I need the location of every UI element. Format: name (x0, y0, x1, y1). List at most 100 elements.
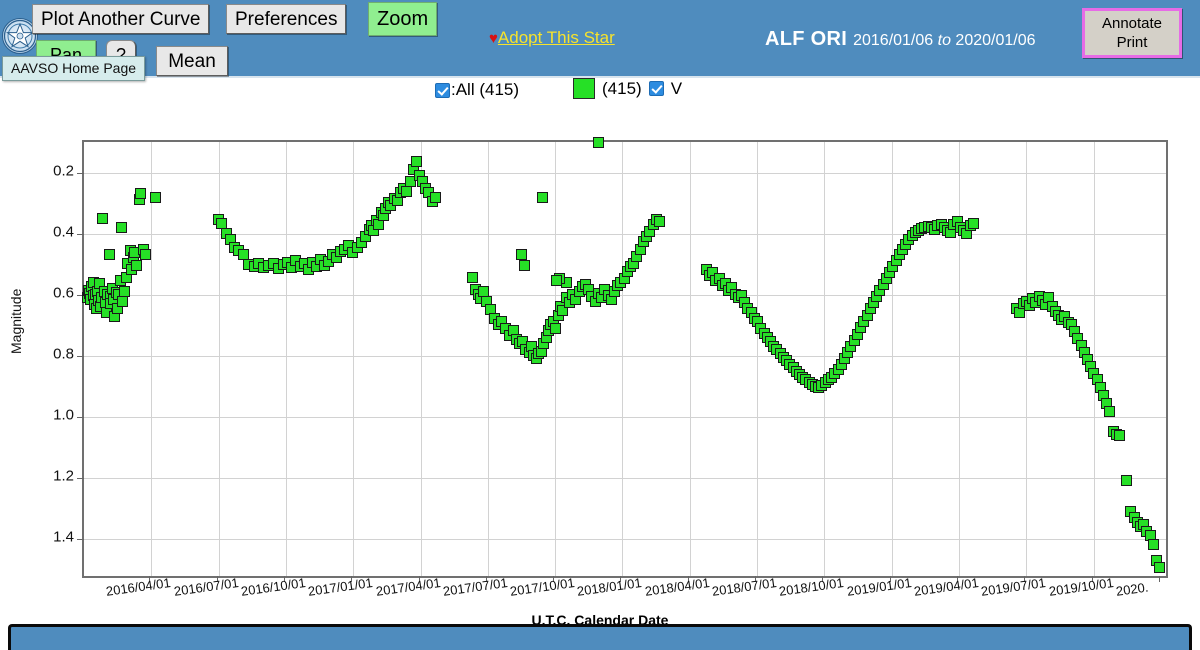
v-band-count: (415) (602, 78, 642, 98)
x-tick-label: 2016/07/01 (172, 574, 240, 599)
x-gridline (689, 142, 691, 576)
data-point[interactable] (150, 191, 162, 203)
data-point[interactable] (117, 295, 129, 307)
v-band-label: V (670, 78, 683, 98)
date-from: 2016/01/06 (853, 32, 934, 49)
mean-button[interactable]: Mean (156, 46, 228, 76)
y-gridline (84, 233, 1166, 235)
y-tick-label: 0.2 (53, 162, 74, 180)
date-to-word: to (937, 32, 951, 49)
x-tick-label: 2017/04/01 (374, 574, 442, 599)
data-point[interactable] (103, 249, 115, 261)
legend-item-v-band[interactable]: (415) V (573, 78, 682, 99)
light-curve-chart[interactable]: Magnitude 0.2 0.4 0.6 0.8 1.0 1.2 1.4 2016/04/… (0, 104, 1200, 628)
x-gridline (285, 142, 287, 576)
annotate-label: Annotate (1101, 15, 1163, 32)
status-bar (8, 624, 1192, 650)
x-gridline (1026, 142, 1028, 576)
x-gridline (218, 142, 220, 576)
data-point[interactable] (1147, 539, 1159, 551)
data-point[interactable] (1154, 562, 1166, 574)
x-tick-label: 2016/04/01 (105, 574, 172, 599)
x-gridline (958, 142, 960, 576)
y-tick-label: 0.4 (53, 223, 74, 241)
zoom-button[interactable]: Zoom (368, 2, 438, 36)
x-tick-label: 2019/07/01 (980, 574, 1047, 599)
v-band-checkbox[interactable] (648, 81, 664, 96)
x-gridline (891, 142, 893, 576)
data-point[interactable] (967, 217, 979, 229)
y-tick-mark (77, 417, 84, 419)
data-point[interactable] (139, 249, 151, 261)
x-tick-label: 2018/04/01 (643, 574, 711, 599)
x-tick-label: 2017/07/01 (441, 574, 509, 599)
data-point[interactable] (550, 323, 562, 335)
y-tick-mark (77, 355, 84, 357)
plot-area[interactable] (77, 137, 1168, 578)
x-tick-label: 2019/04/01 (912, 574, 980, 599)
y-gridline (84, 172, 1166, 174)
data-point[interactable] (430, 191, 442, 203)
y-gridline (84, 417, 1166, 419)
plot-another-curve-button[interactable]: Plot Another Curve (32, 4, 210, 34)
data-point[interactable] (1114, 430, 1126, 442)
adopt-this-star[interactable]: ♥Adopt This Star (489, 28, 615, 48)
data-point[interactable] (119, 285, 131, 297)
annotate-print-button[interactable]: Annotate Print (1082, 8, 1182, 58)
y-tick-label: 1.0 (53, 406, 74, 424)
x-gridline (420, 142, 422, 576)
data-point[interactable] (135, 187, 147, 199)
x-tick-label: 2017/10/01 (509, 574, 576, 599)
data-point[interactable] (551, 275, 563, 287)
chart-legend: :All (415) (415) V (0, 78, 1200, 104)
x-gridline (487, 142, 489, 576)
all-series-checkbox[interactable] (435, 82, 450, 98)
x-tick-label: 2019/10/01 (1047, 574, 1115, 599)
x-tick-label: 2017/01/01 (307, 574, 374, 599)
x-tick-label: 2018/01/01 (576, 574, 643, 599)
data-point[interactable] (401, 185, 413, 197)
data-point[interactable] (131, 259, 143, 271)
x-gridline (1093, 142, 1095, 576)
y-tick-mark (77, 478, 84, 480)
page-title: ALF ORI 2016/01/06 to 2020/01/06 (765, 28, 1036, 51)
x-tick-label: 2020. (1114, 579, 1150, 599)
aavso-light-curve-generator: Plot Another Curve Preferences Zoom Pan … (0, 0, 1200, 650)
data-point[interactable] (466, 272, 478, 283)
y-gridline (84, 478, 1166, 480)
y-gridline (84, 355, 1166, 357)
x-gridline (824, 142, 826, 576)
x-gridline (151, 142, 153, 576)
x-gridline (353, 142, 355, 576)
v-band-color-swatch (573, 78, 595, 99)
y-tick-label: 1.4 (53, 528, 74, 546)
data-point[interactable] (592, 137, 604, 149)
data-point[interactable] (97, 213, 109, 225)
y-tick-mark (77, 172, 84, 174)
x-gridline (757, 142, 759, 576)
data-point[interactable] (411, 155, 423, 167)
y-tick-mark (77, 233, 84, 235)
data-point[interactable] (516, 249, 528, 261)
x-gridline (622, 142, 624, 576)
data-point[interactable] (653, 216, 665, 228)
x-tick-mark (1158, 576, 1160, 582)
y-tick-mark (77, 539, 84, 541)
app-header: Plot Another Curve Preferences Zoom Pan … (0, 0, 1200, 81)
print-label: Print (1116, 34, 1148, 51)
date-until: 2020/01/06 (955, 32, 1036, 49)
data-point[interactable] (536, 191, 548, 203)
data-point[interactable] (1120, 474, 1132, 486)
x-tick-label: 2016/10/01 (239, 574, 307, 599)
y-tick-label: 0.8 (53, 345, 74, 363)
adopt-this-star-link[interactable]: Adopt This Star (498, 28, 615, 47)
y-gridline (84, 294, 1166, 296)
y-tick-label: 0.6 (53, 284, 74, 302)
preferences-button[interactable]: Preferences (226, 4, 347, 34)
data-point[interactable] (518, 259, 530, 271)
y-tick-label: 1.2 (53, 467, 74, 485)
data-point[interactable] (1104, 405, 1116, 417)
data-point[interactable] (115, 221, 127, 233)
legend-item-all[interactable]: :All (415) (435, 80, 519, 100)
legend-all-label: :All (415) (451, 80, 520, 99)
